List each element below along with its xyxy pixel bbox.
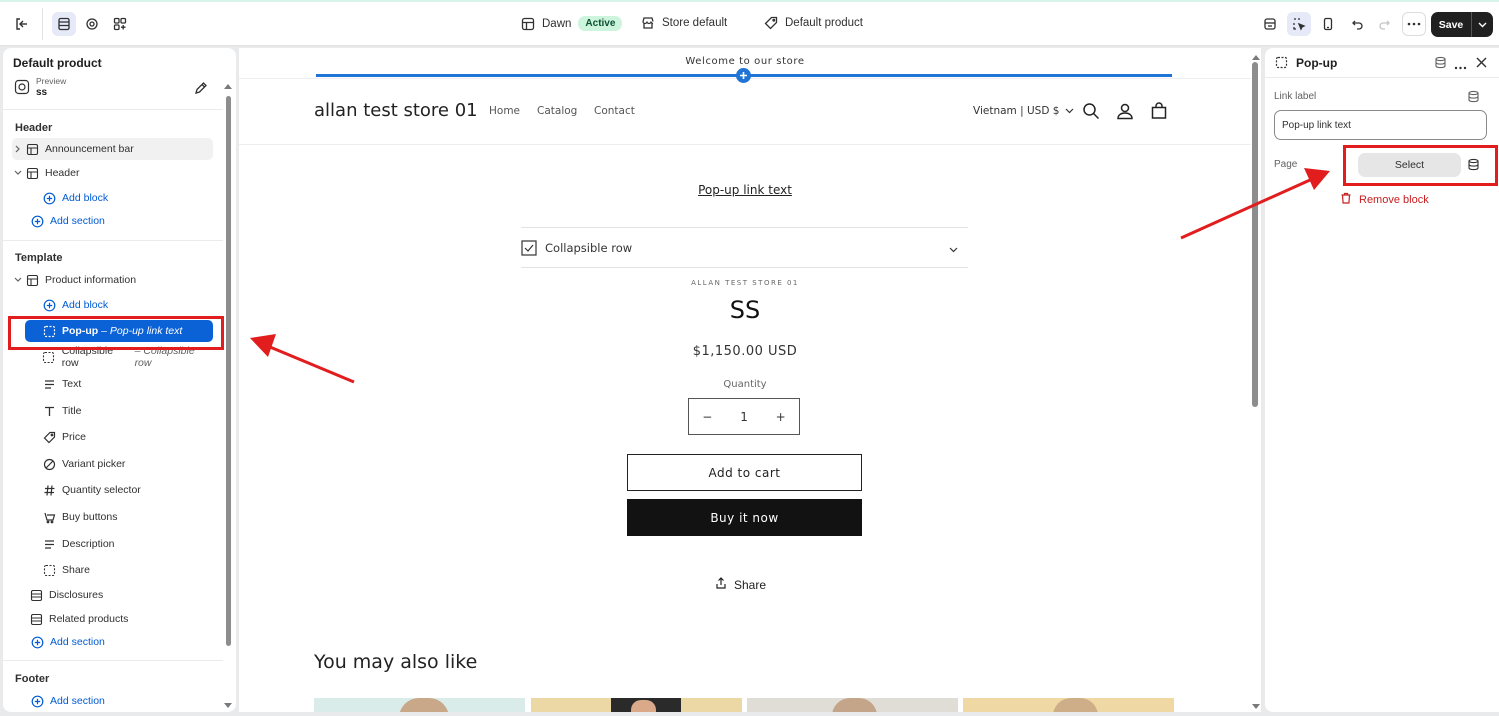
annotation-arrow — [269, 345, 355, 384]
annotation-arrow — [1180, 178, 1311, 240]
annotation-arrows — [250, 168, 1330, 384]
annotation-arrowhead — [250, 334, 276, 357]
annotation-arrowhead — [1304, 168, 1330, 190]
